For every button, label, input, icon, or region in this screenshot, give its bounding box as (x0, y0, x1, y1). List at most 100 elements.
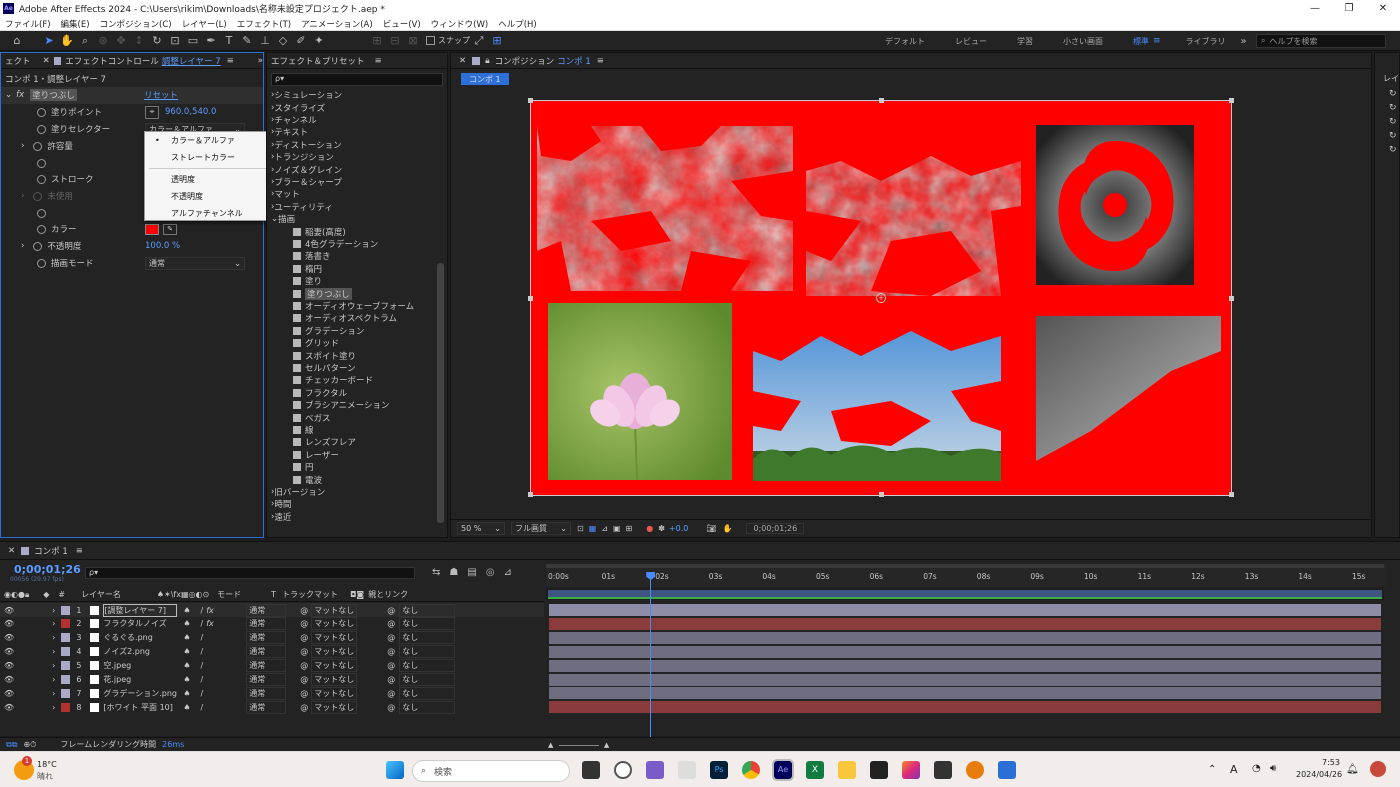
effect-category[interactable]: › ブラー＆シャープ (267, 176, 437, 188)
expand-arrow-icon[interactable]: › (52, 647, 55, 656)
effect-item[interactable]: 稲妻(高度) (267, 225, 437, 238)
parent-dropdown[interactable]: なし (399, 700, 456, 714)
parent-pickwhip-icon[interactable]: @ (387, 633, 395, 642)
label-color-swatch[interactable] (61, 605, 71, 615)
close-tab-icon[interactable]: ✕ (8, 546, 15, 556)
timeline-timecode[interactable]: 0;00;01;26 (14, 563, 81, 576)
stopwatch-icon[interactable] (33, 191, 43, 201)
zoom-dropdown[interactable]: 50 % ⌄ (457, 522, 505, 535)
panel-menu-icon[interactable]: ≡ (227, 56, 234, 66)
effect-category[interactable]: ⌄ 描画 (267, 213, 437, 225)
eye-visibility-icon[interactable]: 👁︎ (4, 606, 14, 615)
graph-editor-icon[interactable]: ⊿ (504, 567, 512, 578)
preserve-transparency-icon[interactable]: @ (300, 689, 308, 698)
layer-row[interactable]: 👁︎ › 5 空.jpeg ♠ / 通常 @ マットなし @ なし (0, 659, 544, 673)
layer-search-input[interactable]: ρ▾ (85, 567, 415, 579)
collapse-transform-icon[interactable]: ♠ (183, 661, 190, 670)
transform-handle[interactable] (879, 98, 884, 103)
layer-mode-dropdown[interactable]: 通常 (246, 686, 287, 700)
stopwatch-icon[interactable] (37, 158, 46, 168)
effects-search-input[interactable]: ρ▾ (271, 73, 443, 86)
wifi-icon[interactable]: ◔ (1252, 763, 1261, 774)
effect-item[interactable]: 4色グラデーション (267, 238, 437, 250)
label-color-swatch[interactable] (61, 702, 71, 712)
fx-icon[interactable]: fx (16, 90, 24, 100)
layer-row[interactable]: 👁︎ › 6 花.jpeg ♠ / 通常 @ マットなし @ なし (0, 673, 544, 687)
fast-previews-icon[interactable]: ⊡ (577, 524, 584, 533)
stopwatch-icon[interactable] (33, 241, 43, 251)
photoshop-app-icon[interactable]: Ps (710, 761, 728, 779)
track-matte-dropdown[interactable]: マットなし (311, 617, 358, 631)
transform-handle[interactable] (879, 492, 884, 497)
expand-arrow-icon[interactable]: › (52, 661, 55, 670)
quality-switch-icon[interactable]: / (201, 647, 204, 656)
dolly-camera-icon[interactable]: ↕ (130, 32, 148, 50)
quality-switch-icon[interactable]: / (201, 703, 204, 712)
transform-handle[interactable] (1229, 492, 1234, 497)
expand-arrow-icon[interactable]: › (52, 633, 55, 642)
clock-time[interactable]: 7:53 (1322, 758, 1340, 767)
panel-overflow-icon[interactable]: » (258, 56, 263, 66)
preserve-transparency-icon[interactable]: @ (300, 661, 308, 670)
transform-handle[interactable] (1229, 296, 1234, 301)
quality-switch-icon[interactable]: / (201, 661, 204, 670)
menu-animation[interactable]: アニメーション(A) (301, 18, 373, 30)
effect-item[interactable]: チェッカーボード (267, 374, 437, 386)
eye-visibility-icon[interactable]: 👁︎ (4, 689, 14, 698)
preserve-transparency-icon[interactable]: @ (300, 633, 308, 642)
track-matte-dropdown[interactable]: マットなし (311, 603, 358, 617)
preserve-transparency-icon[interactable]: @ (300, 703, 308, 712)
layer-row[interactable]: 👁︎ › 4 ノイズ2.png ♠ / 通常 @ マットなし @ なし (0, 645, 544, 659)
menu-composition[interactable]: コンポジション(C) (100, 18, 172, 30)
expand-arrow-icon[interactable]: › (52, 606, 55, 615)
collapse-arrow-icon[interactable]: ⌄ (5, 90, 12, 100)
menu-item-color-alpha[interactable]: • カラー＆アルファ (145, 132, 271, 149)
puppet-pin-tool-icon[interactable]: ✦ (310, 32, 328, 50)
effect-item[interactable]: スポイト塗り (267, 349, 437, 362)
time-ruler[interactable]: 0:00s 01s 02s 03s 04s 05s 06s 07s 08s 09s 10s 11s 12… (546, 564, 1386, 586)
view-axis-icon[interactable]: ⊠ (404, 32, 422, 50)
workspace-learn[interactable]: 学習 (1017, 36, 1033, 47)
effect-category[interactable]: › マット (267, 188, 437, 200)
ime-indicator[interactable]: A (1230, 763, 1238, 776)
clone-stamp-tool-icon[interactable]: ⊥ (256, 32, 274, 50)
rotation-tool-icon[interactable]: ↻ (148, 32, 166, 50)
panel-menu-icon[interactable]: ≡ (76, 546, 83, 556)
menu-help[interactable]: ヘルプ(H) (498, 18, 537, 30)
maximize-icon[interactable]: ❐ (1332, 0, 1366, 17)
eye-visibility-icon[interactable]: 👁︎ (4, 703, 14, 712)
tray-overflow-icon[interactable]: ⌃ (1208, 764, 1216, 775)
stopwatch-icon[interactable] (37, 174, 46, 184)
layer-switches-toggle-icon[interactable]: ⧉⧉ (6, 740, 17, 750)
parent-pickwhip-icon[interactable]: @ (387, 661, 395, 670)
effect-category[interactable]: › ディストーション (267, 139, 437, 151)
3d-viewer-app-icon[interactable] (678, 761, 696, 779)
layer-row[interactable]: 👁︎ › 7 グラデーション.png ♠ / 通常 @ マットなし @ なし (0, 686, 544, 700)
track-matte-dropdown[interactable]: マットなし (311, 686, 358, 700)
file-explorer-icon[interactable] (838, 761, 856, 779)
layer-row[interactable]: 👁︎ › 1 [調整レイヤー 7] ♠ / fx 通常 @ マットなし @ なし (0, 603, 544, 617)
header-layer-name[interactable]: レイヤー名 (81, 589, 121, 600)
guides-icon[interactable]: ⊞ (626, 524, 633, 533)
eye-visibility-icon[interactable]: 👁︎ (4, 661, 14, 670)
stopwatch-icon[interactable] (37, 208, 46, 218)
effect-item[interactable]: セルパターン (267, 362, 437, 374)
effect-item[interactable]: ブラシアニメーション (267, 399, 437, 411)
label-color-swatch[interactable] (61, 633, 71, 643)
menu-window[interactable]: ウィンドウ(W) (431, 18, 489, 30)
effect-item[interactable]: レーザー (267, 449, 437, 461)
effect-item[interactable]: オーディオスペクトラム (267, 312, 437, 324)
layer-name[interactable]: フラクタルノイズ (103, 618, 177, 629)
effect-category[interactable]: › テキスト (267, 126, 437, 138)
layer-duration-bar[interactable] (549, 617, 1381, 630)
color-swatch[interactable] (145, 223, 159, 235)
menu-edit[interactable]: 編集(E) (61, 18, 90, 30)
layer-mode-dropdown[interactable]: 通常 (246, 603, 287, 617)
scrollbar[interactable] (437, 263, 444, 523)
exposure-value[interactable]: +0.0 (669, 524, 688, 533)
panel-flip-icons[interactable]: ↻ ↻ ↻ ↻ ↻ (1389, 87, 1397, 157)
collapse-transform-icon[interactable]: ♠ (183, 675, 190, 684)
taskbar-search[interactable]: ⌕ 検索 (412, 760, 570, 782)
label-color-swatch[interactable] (61, 661, 71, 671)
frame-blending-icon[interactable]: ▤ (467, 567, 476, 578)
